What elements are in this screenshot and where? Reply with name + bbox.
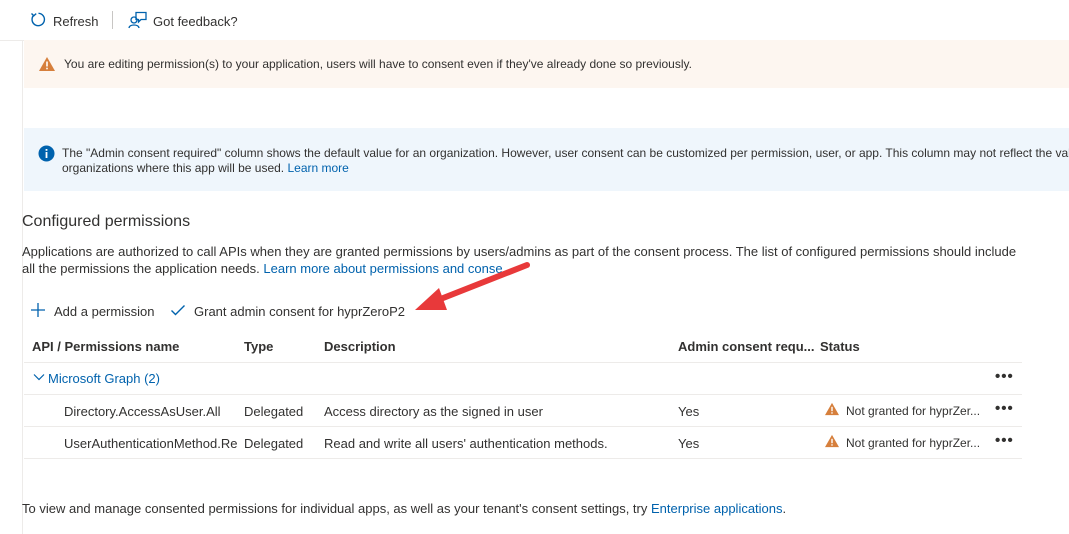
blade-left-border xyxy=(22,40,23,534)
annotation-arrow xyxy=(415,262,530,310)
enterprise-applications-link[interactable]: Enterprise applications xyxy=(651,501,783,516)
refresh-label: Refresh xyxy=(53,13,99,29)
add-permission-button[interactable]: Add a permission xyxy=(30,301,154,321)
column-header-type[interactable]: Type xyxy=(244,339,273,354)
info-message: The "Admin consent required" column show… xyxy=(62,146,1069,176)
row-divider xyxy=(24,394,1022,395)
feedback-button[interactable]: Got feedback? xyxy=(128,11,238,31)
section-title: Configured permissions xyxy=(22,213,191,230)
info-line-2: organizations where this app will be use… xyxy=(62,161,349,175)
permission-type: Delegated xyxy=(244,404,304,419)
chevron-down-icon xyxy=(33,371,45,386)
warning-message: You are editing permission(s) to your ap… xyxy=(64,57,692,71)
learn-more-link[interactable]: Learn more xyxy=(287,161,348,175)
column-header-api-name[interactable]: API / Permissions name xyxy=(32,339,179,354)
warning-banner: You are editing permission(s) to your ap… xyxy=(24,40,1069,88)
group-label: Microsoft Graph (2) xyxy=(48,371,160,386)
row-more-options-icon[interactable]: ••• xyxy=(995,432,1014,449)
status-text: Not granted for hyprZer... xyxy=(846,403,981,418)
permission-name-link[interactable]: UserAuthenticationMethod.Reac xyxy=(64,436,238,451)
info-line-1: The "Admin consent required" column show… xyxy=(62,146,1069,160)
warning-icon xyxy=(38,56,56,72)
footer-text: To view and manage consented permissions… xyxy=(22,501,787,516)
permission-description: Access directory as the signed in user xyxy=(324,404,543,419)
info-icon xyxy=(38,145,55,162)
group-more-options-icon[interactable]: ••• xyxy=(995,368,1014,385)
column-header-status[interactable]: Status xyxy=(820,339,860,354)
row-divider xyxy=(24,458,1022,459)
row-more-options-icon[interactable]: ••• xyxy=(995,400,1014,417)
warning-icon xyxy=(824,402,840,419)
admin-consent-value: Yes xyxy=(678,404,700,419)
toolbar-divider xyxy=(112,11,113,29)
add-permission-label: Add a permission xyxy=(54,303,155,319)
checkmark-icon xyxy=(170,302,186,321)
plus-icon xyxy=(30,302,46,321)
permission-type: Delegated xyxy=(244,436,304,451)
permission-name-link[interactable]: Directory.AccessAsUser.All xyxy=(64,404,238,419)
permission-description: Read and write all users' authentication… xyxy=(324,436,608,451)
column-header-description[interactable]: Description xyxy=(324,339,396,354)
warning-icon xyxy=(824,434,840,451)
row-divider xyxy=(24,426,1022,427)
group-row-microsoft-graph[interactable]: Microsoft Graph (2) xyxy=(33,371,160,386)
status-badge: Not granted for hyprZer... xyxy=(824,402,980,419)
admin-consent-value: Yes xyxy=(678,436,700,451)
status-text: Not granted for hyprZer... xyxy=(846,435,981,450)
refresh-icon xyxy=(30,11,47,31)
column-header-admin-consent[interactable]: Admin consent requ... xyxy=(678,339,815,354)
refresh-button[interactable]: Refresh xyxy=(30,11,99,31)
grant-admin-consent-label: Grant admin consent for hyprZeroP2 xyxy=(194,303,405,319)
feedback-icon xyxy=(128,11,147,32)
grant-admin-consent-button[interactable]: Grant admin consent for hyprZeroP2 xyxy=(170,301,405,321)
feedback-label: Got feedback? xyxy=(153,13,238,29)
status-badge: Not granted for hyprZer... xyxy=(824,434,980,451)
